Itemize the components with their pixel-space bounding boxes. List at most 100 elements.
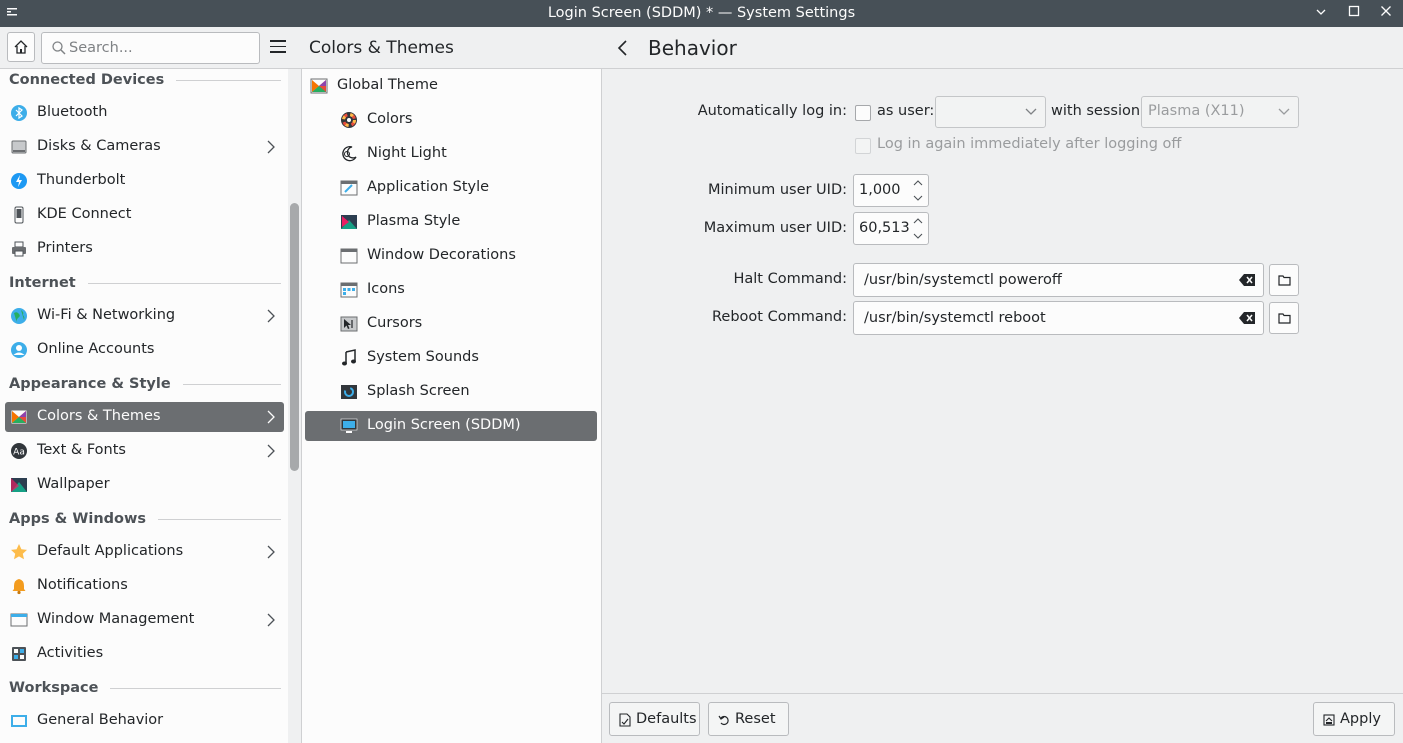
category-header-label: Internet xyxy=(9,275,76,291)
chevron-right-icon xyxy=(267,444,275,458)
sidebar-item-kde-connect[interactable]: KDE Connect xyxy=(5,200,284,230)
sidebar-item-disks-and-cameras[interactable]: Disks & Cameras xyxy=(5,132,284,162)
printer-icon xyxy=(10,240,28,258)
home-button[interactable] xyxy=(7,32,35,62)
chevron-down-icon[interactable] xyxy=(913,194,923,202)
chevron-up-icon[interactable] xyxy=(913,179,923,187)
subcategory-item-application-style[interactable]: Application Style xyxy=(305,173,597,203)
session-select[interactable]: Plasma (X11) xyxy=(1141,96,1299,128)
chevron-down-icon[interactable] xyxy=(913,232,923,240)
colors-icon xyxy=(340,111,358,129)
hamburger-menu-icon[interactable] xyxy=(270,40,286,54)
wallpaper-icon xyxy=(10,476,28,494)
sidebar-item-label: Window Management xyxy=(37,611,195,627)
minimize-button[interactable] xyxy=(1310,3,1332,23)
search-input[interactable] xyxy=(69,37,254,59)
max-uid-value: 60,513 xyxy=(859,220,910,236)
clear-text-icon[interactable] xyxy=(1239,312,1255,324)
sidebar-item-default-applications[interactable]: Default Applications xyxy=(5,537,284,567)
divider xyxy=(110,687,281,689)
chevron-right-icon xyxy=(267,545,275,559)
clear-text-icon[interactable] xyxy=(1239,274,1255,286)
user-select[interactable] xyxy=(935,96,1046,128)
sidebar-item-printers[interactable]: Printers xyxy=(5,234,284,264)
chevron-right-icon xyxy=(267,140,275,154)
defaults-button[interactable]: Defaults xyxy=(609,702,700,736)
subcategory-item-system-sounds[interactable]: System Sounds xyxy=(305,343,597,373)
subcategory-item-label: Plasma Style xyxy=(367,213,461,229)
subcategory-item-label: Night Light xyxy=(367,145,447,161)
sidebar-item-label: Thunderbolt xyxy=(37,172,126,188)
sidebar-item-wi-fi-and-networking[interactable]: Wi-Fi & Networking xyxy=(5,301,284,331)
disk-icon xyxy=(10,138,28,156)
splash-screen-icon xyxy=(340,383,358,401)
subcategory-item-label: Window Decorations xyxy=(367,247,516,263)
global-theme-icon xyxy=(310,77,328,95)
apply-button[interactable]: Apply xyxy=(1313,702,1395,736)
subcategory-item-icons[interactable]: Icons xyxy=(305,275,597,305)
search-field[interactable] xyxy=(41,32,260,64)
divider xyxy=(176,79,281,81)
sidebar-item-bluetooth[interactable]: Bluetooth xyxy=(5,98,284,128)
subcategory-item-global-theme[interactable]: Global Theme xyxy=(305,71,597,101)
sidebar-item-label: General Behavior xyxy=(37,712,164,728)
halt-browse-button[interactable] xyxy=(1269,264,1299,296)
sidebar-item-label: Printers xyxy=(37,240,93,256)
sidebar-item-thunderbolt[interactable]: Thunderbolt xyxy=(5,166,284,196)
halt-command-field[interactable]: /usr/bin/systemctl poweroff xyxy=(853,263,1264,297)
maximize-button[interactable] xyxy=(1343,3,1365,23)
chevron-right-icon xyxy=(267,613,275,627)
home-icon xyxy=(14,40,28,54)
sidebar-item-general-behavior[interactable]: General Behavior xyxy=(5,706,284,736)
page-title: Behavior xyxy=(648,36,737,60)
application-style-icon xyxy=(340,179,358,197)
sidebar-item-notifications[interactable]: Notifications xyxy=(5,571,284,601)
defaults-label: Defaults xyxy=(636,711,697,727)
chevron-left-icon xyxy=(617,40,627,56)
back-button[interactable] xyxy=(616,39,630,57)
subcategory-item-label: Splash Screen xyxy=(367,383,470,399)
monitor-icon xyxy=(340,417,358,435)
subcategory-item-login-screen-sddm[interactable]: Login Screen (SDDM) xyxy=(305,411,597,441)
min-uid-label: Minimum user UID: xyxy=(708,182,847,198)
sidebar-item-colors-and-themes[interactable]: Colors & Themes xyxy=(5,402,284,432)
reset-button[interactable]: Reset xyxy=(708,702,789,736)
subcategory-title: Colors & Themes xyxy=(309,38,454,58)
subcategory-item-label: Colors xyxy=(367,111,413,127)
subcategory-item-label: Global Theme xyxy=(337,77,438,93)
autologin-checkbox[interactable] xyxy=(855,105,871,121)
sidebar-item-label: Wallpaper xyxy=(37,476,110,492)
search-icon xyxy=(52,41,66,55)
window-icon xyxy=(10,611,28,629)
with-session-label: with session xyxy=(1051,103,1141,119)
settings-page: Behavior Automatically log in: as user: … xyxy=(602,27,1403,743)
sidebar-scrollbar[interactable] xyxy=(288,69,301,743)
subcategory-item-label: Login Screen (SDDM) xyxy=(367,417,521,433)
reboot-command-field[interactable]: /usr/bin/systemctl reboot xyxy=(853,301,1264,335)
sidebar-item-wallpaper[interactable]: Wallpaper xyxy=(5,470,284,500)
subcategory-item-window-decorations[interactable]: Window Decorations xyxy=(305,241,597,271)
max-uid-spinbox[interactable]: 60,513 xyxy=(853,212,929,245)
sidebar-item-label: Disks & Cameras xyxy=(37,138,161,154)
reboot-browse-button[interactable] xyxy=(1269,302,1299,334)
subcategory-item-splash-screen[interactable]: Splash Screen xyxy=(305,377,597,407)
subcategory-item-night-light[interactable]: Night Light xyxy=(305,139,597,169)
chevron-up-icon[interactable] xyxy=(913,217,923,225)
subcategory-item-cursors[interactable]: Cursors xyxy=(305,309,597,339)
min-uid-spinbox[interactable]: 1,000 xyxy=(853,174,929,207)
sidebar-item-text-and-fonts[interactable]: Aa Text & Fonts xyxy=(5,436,284,466)
sidebar-item-online-accounts[interactable]: Online Accounts xyxy=(5,335,284,365)
subcategory-item-label: System Sounds xyxy=(367,349,479,365)
subcategory-item-plasma-style[interactable]: Plasma Style xyxy=(305,207,597,237)
subcategory-item-colors[interactable]: Colors xyxy=(305,105,597,135)
close-button[interactable] xyxy=(1375,3,1397,23)
sidebar-item-activities[interactable]: Activities xyxy=(5,639,284,669)
sidebar-item-window-management[interactable]: Window Management xyxy=(5,605,284,635)
bluetooth-icon xyxy=(10,104,28,122)
accounts-icon xyxy=(10,341,28,359)
scrollbar-thumb[interactable] xyxy=(290,203,299,471)
globe-icon xyxy=(10,307,28,325)
apply-icon xyxy=(1323,714,1335,726)
relogin-checkbox[interactable] xyxy=(855,138,871,154)
sidebar-item-label: Activities xyxy=(37,645,104,661)
